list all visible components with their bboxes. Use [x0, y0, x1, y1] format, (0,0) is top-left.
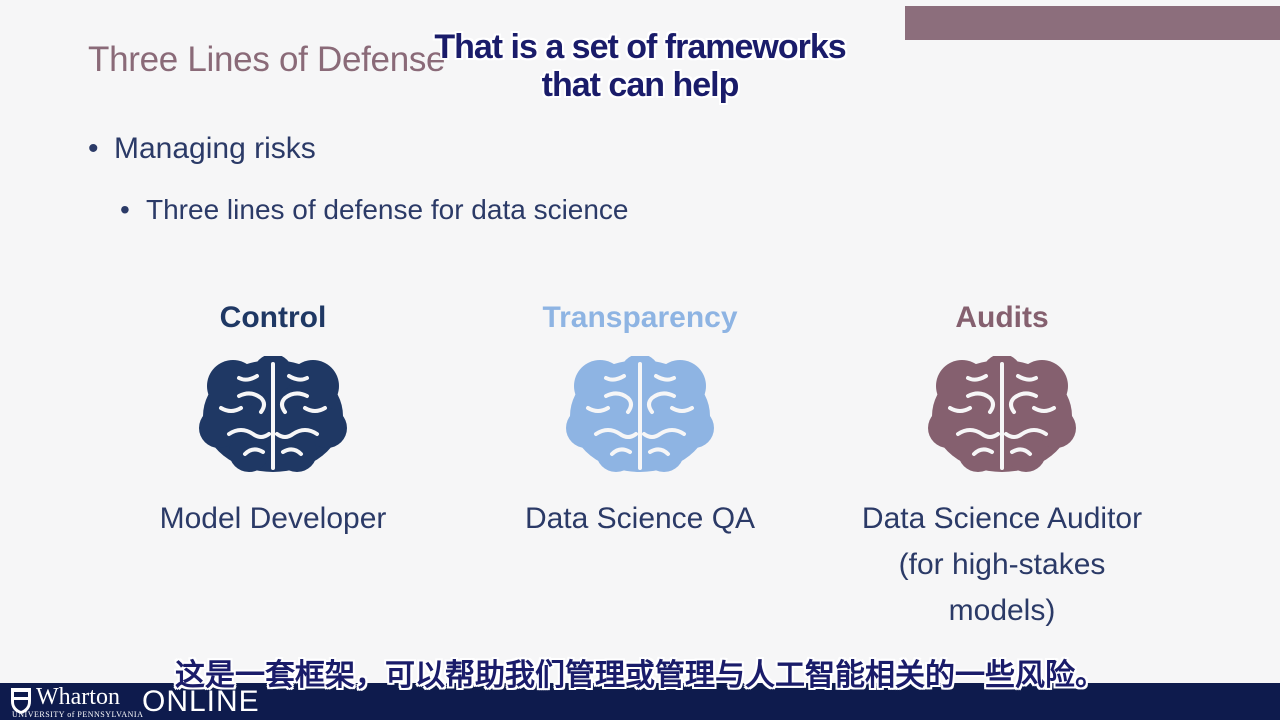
bullet-dot: • — [88, 132, 99, 165]
brain-icon — [566, 356, 714, 472]
role-label: Model Developer — [159, 502, 387, 535]
bullet-three-lines: • Three lines of defense for data science — [120, 194, 629, 226]
bullet-text: Managing risks — [114, 132, 316, 165]
column-transparency: Transparency Data Science QA — [490, 298, 790, 542]
column-heading: Audits — [955, 301, 1049, 334]
bullet-dot: • — [120, 194, 130, 225]
role-line-2: (for high-stakes models) — [898, 548, 1106, 627]
role-label: Data Science QA — [524, 502, 756, 535]
top-accent-bar — [905, 6, 1280, 40]
brain-icon — [928, 356, 1076, 472]
column-control: Control Model Developer — [123, 298, 423, 542]
column-audits: Audits Data Science Auditor (for high-st… — [852, 298, 1152, 634]
bullet-managing-risks: • Managing risks — [88, 132, 316, 166]
english-subtitle: That is a set of frameworks that can hel… — [434, 28, 846, 104]
role-line-1: Data Science Auditor — [861, 502, 1143, 535]
slide-title: Three Lines of Defense — [88, 40, 446, 79]
wharton-logo-subtitle: UNIVERSITY of PENNSYLVANIA — [12, 710, 144, 719]
column-heading: Transparency — [542, 301, 738, 334]
role-label: Data Science Auditor (for high-stakes mo… — [852, 496, 1152, 634]
chinese-subtitle: 这是一套框架，可以帮助我们管理或管理与人工智能相关的一些风险。 — [175, 659, 1105, 692]
brain-icon — [199, 356, 347, 472]
bullet-text: Three lines of defense for data science — [146, 194, 629, 225]
column-heading: Control — [219, 301, 327, 334]
